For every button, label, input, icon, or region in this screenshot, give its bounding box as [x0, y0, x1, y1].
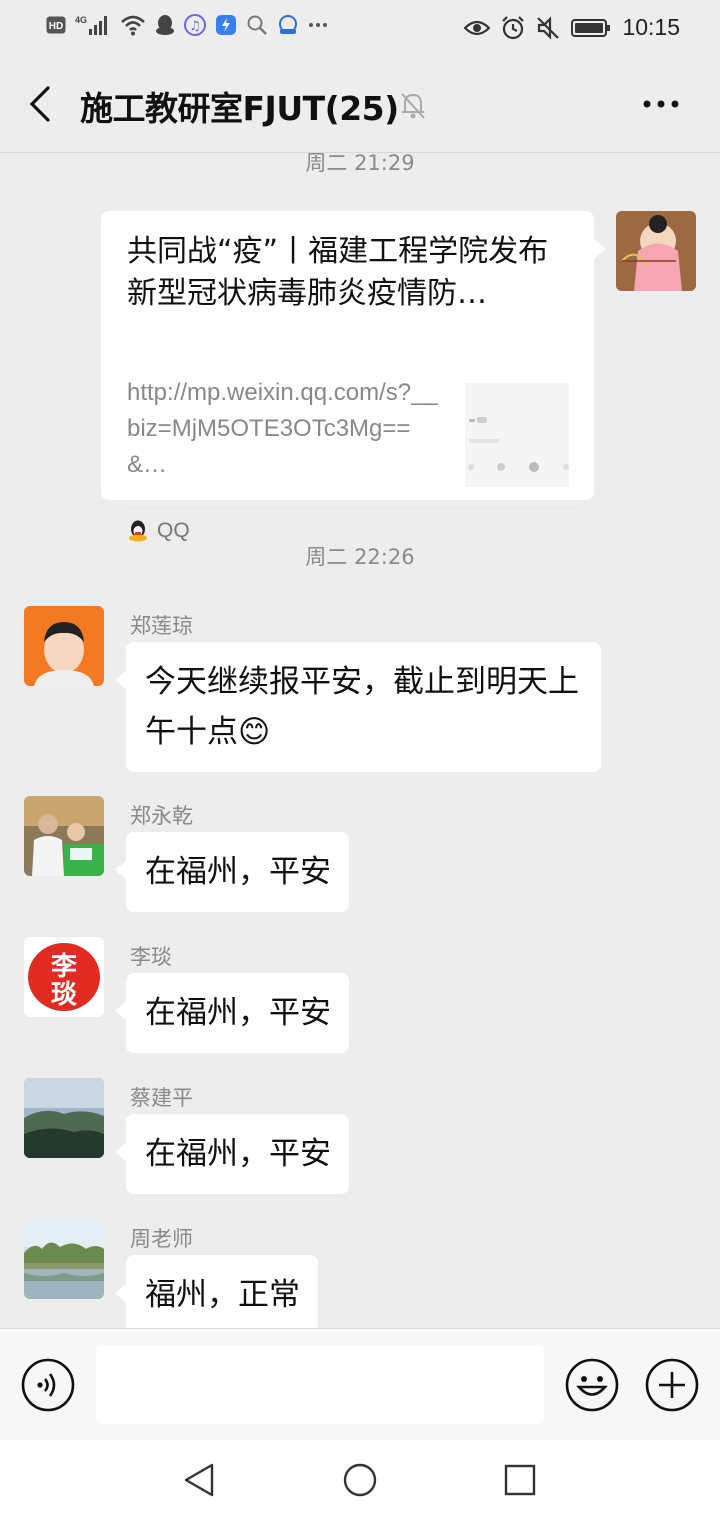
avatar[interactable]: [24, 606, 104, 686]
avatar[interactable]: 李 琰: [24, 937, 104, 1017]
link-card-source: QQ: [127, 519, 190, 543]
hd-label: HD: [49, 21, 63, 32]
input-bar: [0, 1328, 720, 1441]
message-text: 在福州，平安: [145, 995, 331, 1031]
svg-text:♫: ♫: [189, 19, 201, 34]
plus-icon: [645, 1358, 699, 1412]
nav-back-icon: [184, 1463, 214, 1497]
nav-home-button[interactable]: [340, 1460, 380, 1500]
nav-back-button[interactable]: [180, 1460, 220, 1500]
message-bubble[interactable]: 在福州，平安: [115, 1114, 349, 1194]
link-card[interactable]: 共同战“疫”丨福建工程学院发布新型冠状病毒肺炎疫情防… http://mp.we…: [101, 211, 606, 542]
emoji-button[interactable]: [565, 1358, 619, 1412]
nav-recents-icon: [504, 1464, 536, 1496]
search-icon: [246, 14, 268, 36]
back-icon: [29, 86, 50, 122]
mute-icon: [536, 15, 560, 40]
more-dots-icon: [308, 21, 328, 29]
sender-name: 周老师: [130, 1227, 193, 1251]
status-bar: HD 4G ♫ 10:15: [0, 0, 720, 56]
sender-name: 李琰: [130, 945, 172, 969]
timestamp: 周二 22:26: [305, 545, 415, 569]
avatar[interactable]: [24, 796, 104, 876]
message-bubble[interactable]: 今天继续报平安，截止到明天上午十点😊: [115, 642, 601, 772]
timestamp: 周二 21:29: [305, 153, 415, 175]
signal-icon: 4G: [75, 14, 111, 36]
status-icons-left: HD 4G ♫: [46, 14, 328, 36]
avatar[interactable]: [24, 1219, 104, 1299]
avatar-seal-char-2: 琰: [51, 980, 77, 1010]
link-card-source-label: QQ: [157, 519, 190, 542]
message-input[interactable]: [96, 1345, 544, 1424]
qq-logo-icon: [129, 520, 147, 542]
message-text: 在福州，平安: [145, 1136, 331, 1172]
nav-home-icon: [343, 1463, 377, 1497]
avatar-seal-char-1: 李: [50, 952, 78, 982]
network-label: 4G: [75, 15, 87, 25]
hd-icon: HD: [46, 16, 66, 34]
message-bubble[interactable]: 在福州，平安: [115, 832, 349, 912]
back-button[interactable]: [22, 84, 62, 124]
sender-name: 蔡建平: [130, 1086, 193, 1110]
chat-title: 施工教研室FJUT(25): [80, 89, 399, 128]
link-card-title: 共同战“疫”丨福建工程学院发布新型冠状病毒肺炎疫情防…: [127, 234, 549, 311]
smile-emoji-icon: 😊: [238, 714, 271, 750]
mute-bell-icon: [398, 90, 428, 124]
more-button[interactable]: [636, 86, 686, 122]
voice-button[interactable]: [21, 1358, 75, 1412]
wifi-icon: [120, 14, 146, 36]
cloud-icon: [277, 14, 299, 36]
nav-recents-button[interactable]: [500, 1460, 540, 1500]
link-card-divider: [127, 508, 574, 509]
link-card-thumbnail: [465, 383, 569, 487]
emoji-icon: [565, 1358, 619, 1412]
message-text: 今天继续报平安，截止到明天上午十点: [145, 664, 579, 750]
sender-name: 郑莲琼: [130, 614, 193, 638]
chat-header: 施工教研室FJUT(25): [0, 56, 720, 153]
voice-icon: [21, 1358, 75, 1412]
my-avatar[interactable]: [616, 211, 696, 291]
more-icon: [643, 100, 679, 108]
music-icon: ♫: [184, 14, 206, 36]
chat-area[interactable]: 周二 21:29 共同战“疫”丨福建工程学院发布新型冠状病毒肺炎疫情防… htt…: [0, 153, 720, 1328]
battery-icon: [571, 18, 611, 38]
sender-name: 郑永乾: [130, 804, 193, 828]
status-time: 10:15: [622, 14, 680, 40]
message-text: 福州，正常: [145, 1277, 300, 1313]
message-bubble[interactable]: 福州，正常: [115, 1255, 318, 1328]
app-icon: [215, 14, 237, 36]
status-icons-right: 10:15: [464, 14, 680, 41]
alarm-icon: [501, 15, 525, 40]
link-card-url: http://mp.weixin.qq.com/s?__biz=MjM5OTE3…: [127, 379, 438, 478]
system-nav-bar: [0, 1440, 720, 1520]
plus-button[interactable]: [645, 1358, 699, 1412]
message-bubble[interactable]: 在福州，平安: [115, 973, 349, 1053]
message-text: 在福州，平安: [145, 854, 331, 890]
qq-icon: [155, 14, 175, 36]
avatar[interactable]: [24, 1078, 104, 1158]
eye-icon: [464, 18, 491, 38]
